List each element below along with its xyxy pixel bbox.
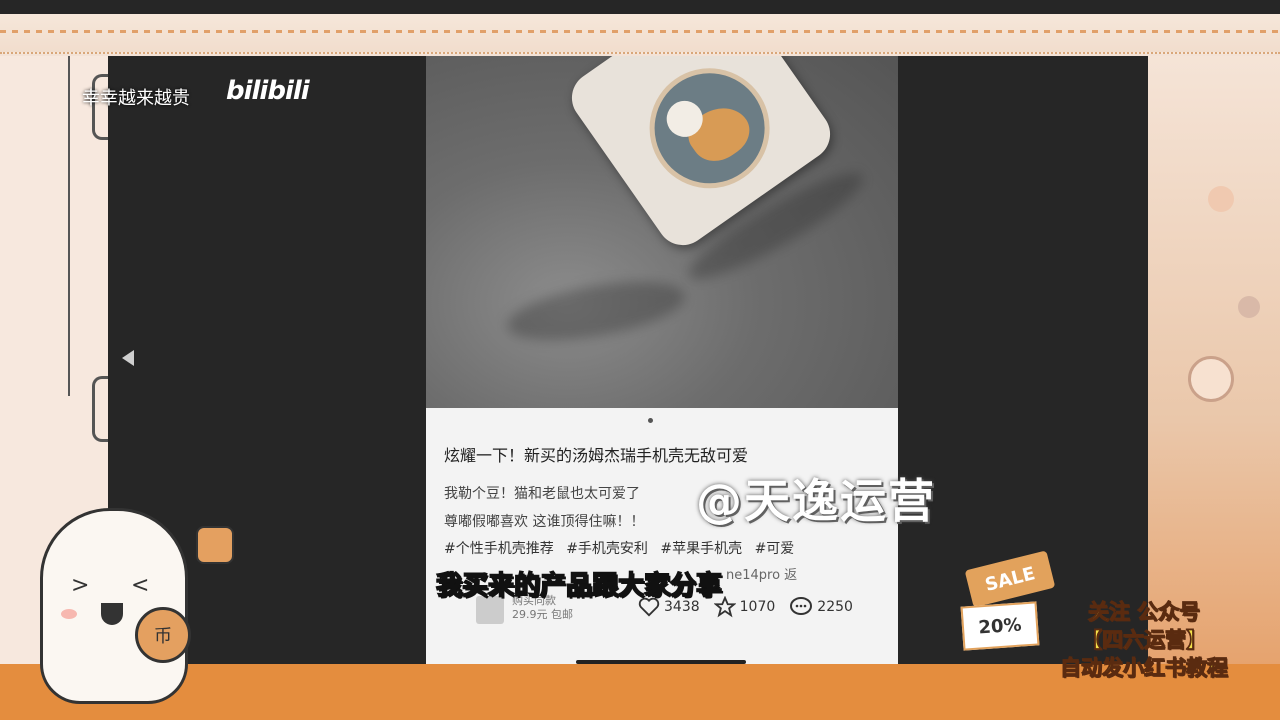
ghost-mouth	[101, 603, 123, 625]
comment-count: 2250	[817, 599, 853, 615]
post-photo[interactable]	[426, 56, 898, 408]
shop-price: 29.9元 包邮	[512, 608, 573, 621]
carousel-indicator	[648, 418, 653, 423]
promo-text: 关注 公众号 【四六运营】 自动发小红书教程	[1046, 598, 1242, 682]
post-title: 炫耀一下！新买的汤姆杰瑞手机壳无敌可爱	[444, 446, 749, 465]
favorite-button[interactable]: 1070	[713, 596, 776, 618]
ghost-mascot-sticker: > < 币	[40, 508, 191, 704]
coin-icon: 币	[135, 607, 191, 663]
case-artwork	[626, 56, 794, 212]
flower-decoration	[1208, 186, 1234, 212]
mindmap-line	[68, 56, 76, 396]
comment-icon	[790, 597, 813, 615]
post-hint-text: ne14pro 返	[726, 568, 798, 583]
post-body: 我勒个豆！猫和老鼠也太可爱了 尊嘟假嘟喜欢 这谁顶得住嘛！！	[444, 480, 644, 536]
decorative-flower-panel	[1148, 56, 1280, 664]
top-strip	[0, 0, 1280, 14]
ghost-eye: <	[131, 573, 150, 598]
decorative-dotted-line	[0, 30, 1280, 33]
hashtag[interactable]: #苹果手机壳	[660, 541, 742, 557]
ghost-cheek	[61, 609, 77, 619]
arrow-left-icon[interactable]	[122, 350, 134, 366]
hashtag[interactable]: #手机壳安利	[566, 541, 648, 557]
hashtag[interactable]: #可爱	[755, 541, 795, 557]
post-body-line: 尊嘟假嘟喜欢 这谁顶得住嘛！！	[444, 514, 645, 530]
flower-decoration	[1188, 356, 1234, 402]
promo-line: 【四六运营】	[1081, 628, 1208, 653]
comment-button[interactable]: 2250	[789, 596, 853, 618]
watermark-text: @天逸运营	[696, 474, 936, 528]
ghost-eye: >	[71, 573, 90, 598]
decorative-top-band	[0, 14, 1280, 54]
discount-tag: 20%	[960, 601, 1040, 651]
hashtag-list: #个性手机壳推荐 #手机壳安利 #苹果手机壳 #可爱	[444, 538, 794, 558]
promo-line: 关注 公众号	[1087, 600, 1201, 625]
post-body-line: 我勒个豆！猫和老鼠也太可爱了	[444, 486, 640, 502]
favorite-count: 1070	[739, 599, 776, 615]
thumbs-up-icon	[196, 526, 234, 564]
promo-line: 自动发小红书教程	[1060, 656, 1229, 681]
flower-decoration	[1238, 296, 1260, 318]
hashtag[interactable]: #个性手机壳推荐	[444, 541, 554, 557]
home-indicator	[576, 660, 746, 664]
video-subtitle: 我买来的产品跟大家分享	[435, 570, 723, 602]
fabric-fold	[503, 270, 689, 352]
bilibili-logo: bilibili	[226, 76, 310, 106]
channel-name: 幸幸越来越贵	[82, 88, 190, 109]
